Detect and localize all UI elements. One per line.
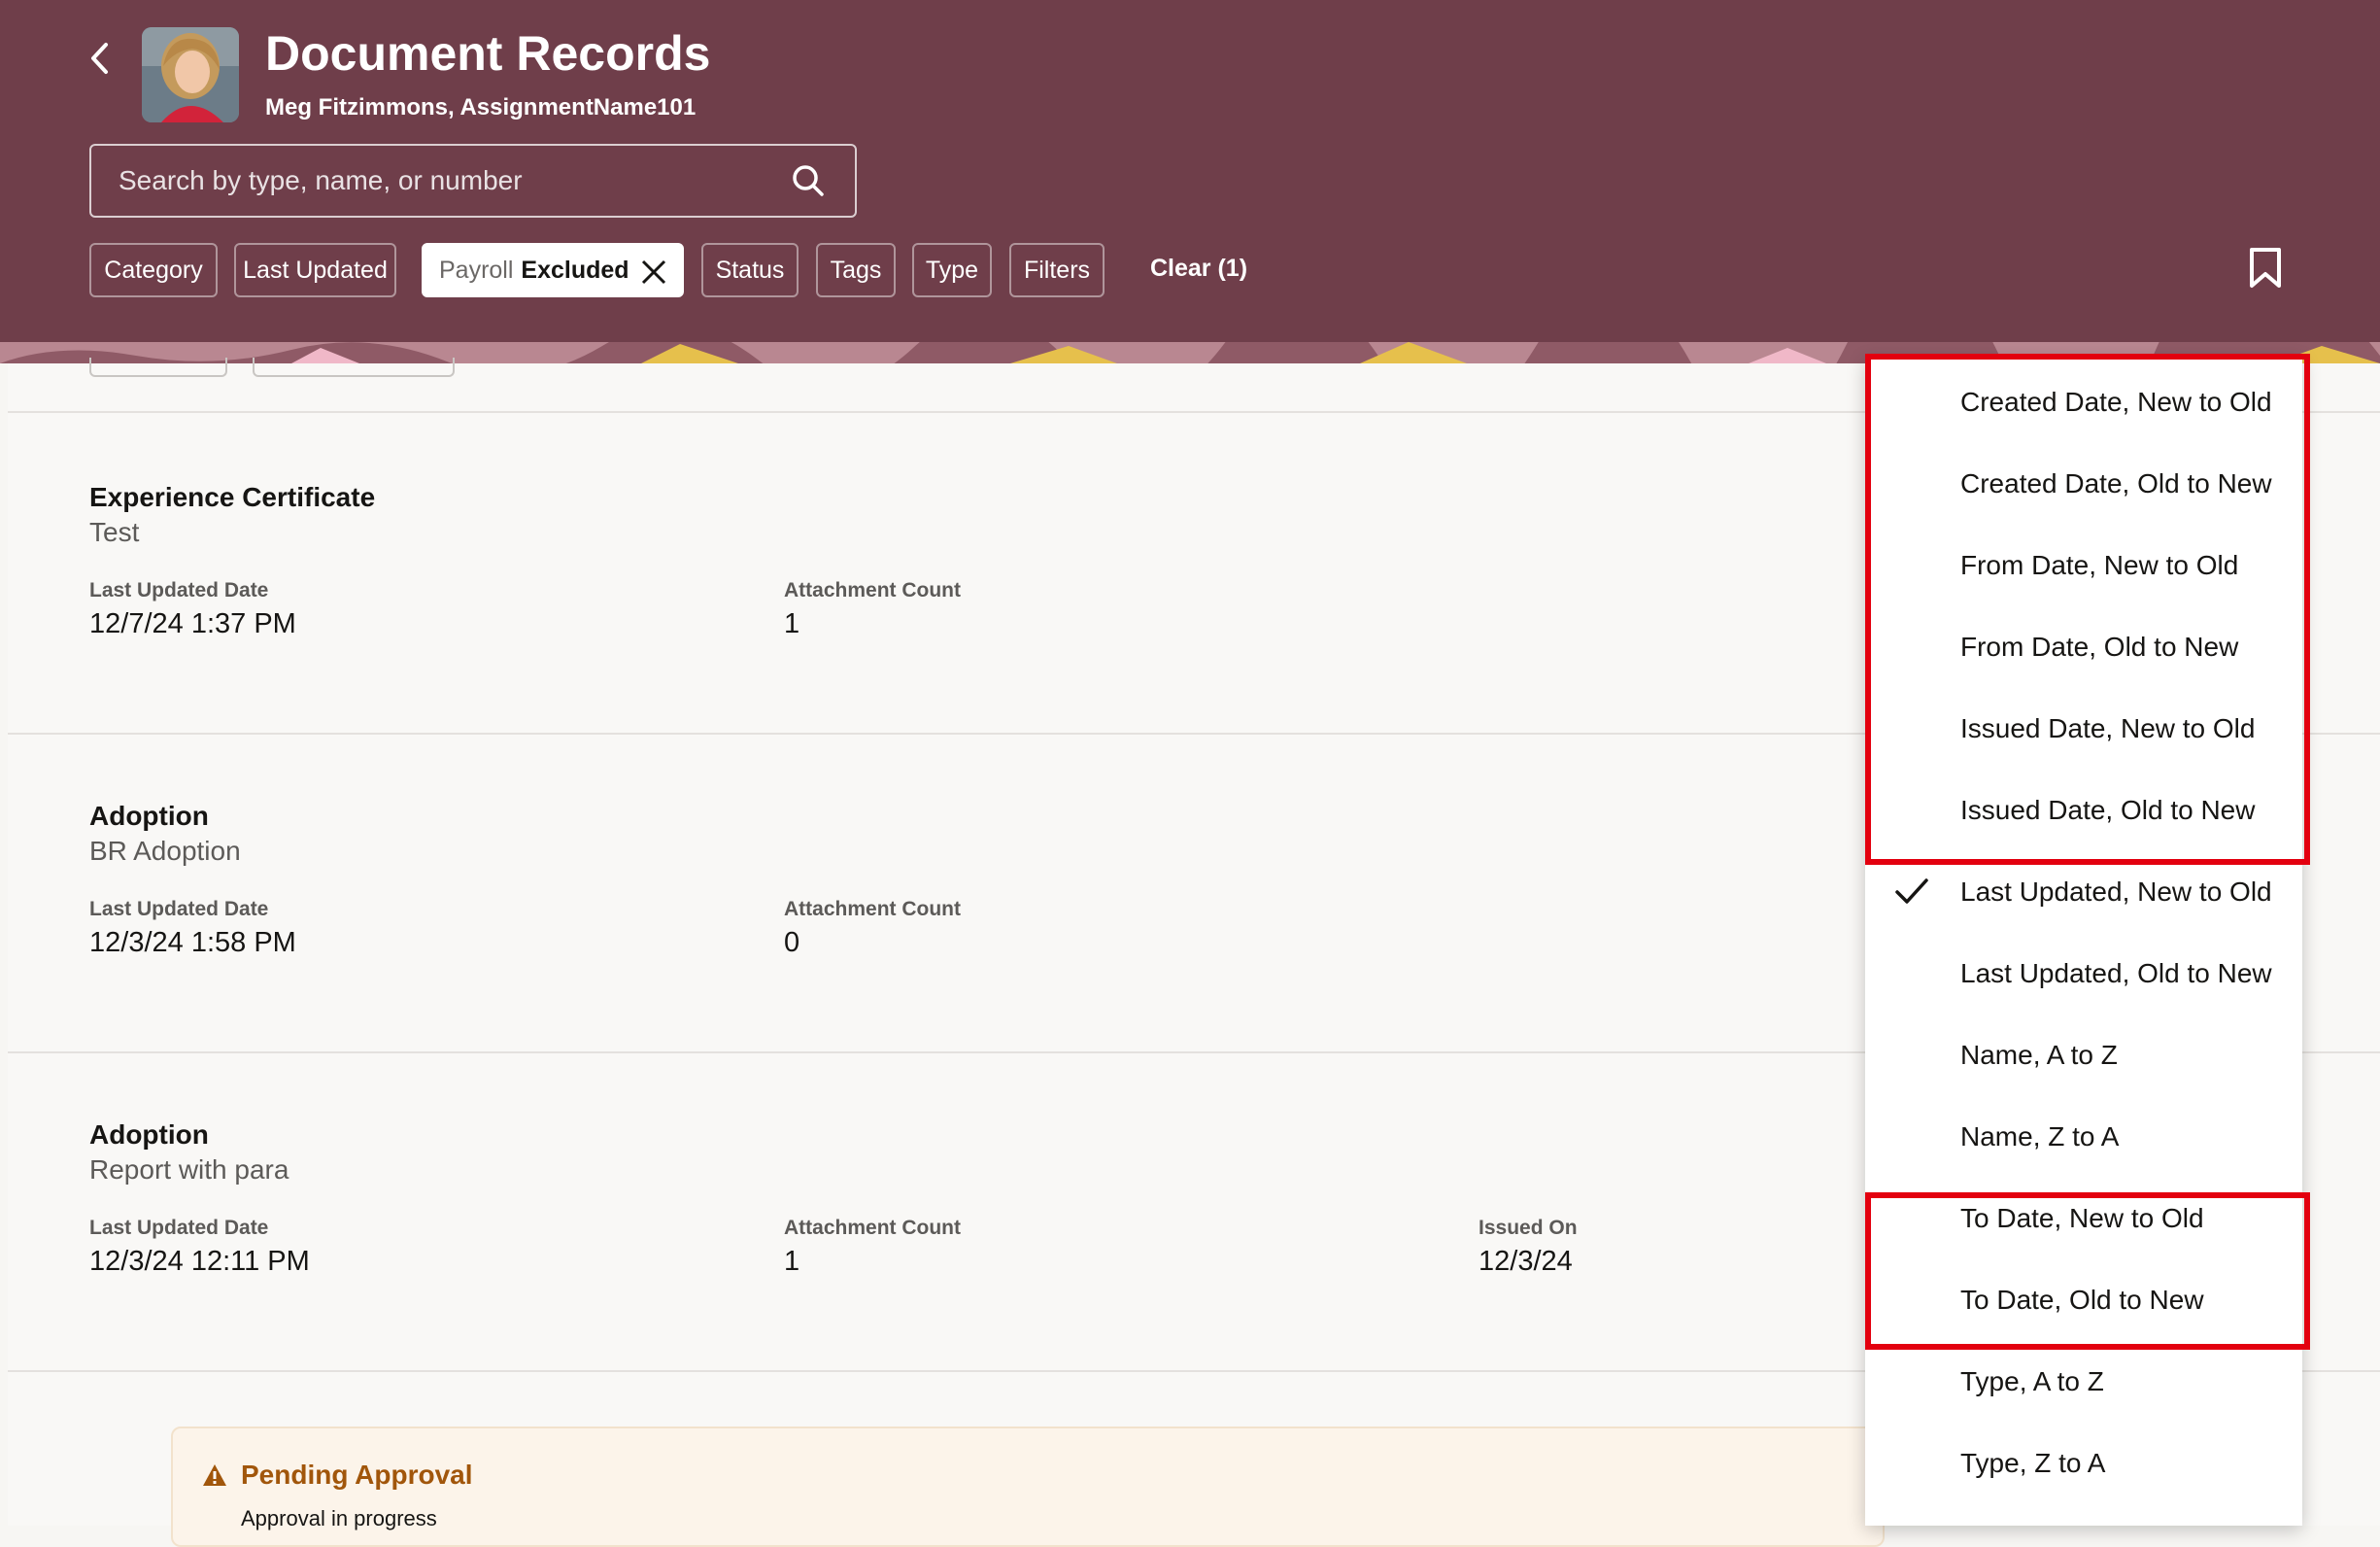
record-card[interactable]: Adoption BR Adoption Last Updated Date 1… [89, 801, 1838, 958]
pending-subtitle: Approval in progress [241, 1506, 437, 1530]
field-label: Last Updated Date [89, 579, 269, 602]
field-value: 12/3/24 [1479, 1246, 1573, 1277]
issued-on-field: Issued On 12/3/24 [1479, 1217, 1578, 1278]
payroll-chip[interactable]: Payroll Excluded [422, 243, 684, 297]
sort-option-label: Created Date, Old to New [1960, 468, 2272, 498]
sort-option[interactable]: Issued Date, Old to New [1865, 770, 2302, 851]
field-value: 0 [784, 927, 800, 958]
sort-option-label: Issued Date, New to Old [1960, 713, 2256, 743]
search-input[interactable] [91, 164, 789, 197]
search-icon[interactable] [789, 161, 828, 200]
record-card[interactable]: Experience Certificate Test Last Updated… [89, 482, 1838, 639]
sort-option[interactable]: Type, Z to A [1865, 1423, 2302, 1504]
payroll-chip-value: Excluded [521, 256, 629, 284]
field-value: 12/3/24 1:58 PM [89, 927, 296, 958]
sort-option[interactable]: Issued Date, New to Old [1865, 688, 2302, 770]
sort-option-label: Created Date, New to Old [1960, 387, 2272, 417]
field-label: Attachment Count [784, 579, 961, 602]
back-button[interactable] [80, 39, 119, 78]
last-updated-field: Last Updated Date 12/3/24 12:11 PM [89, 1217, 310, 1278]
field-label: Attachment Count [784, 898, 961, 920]
sort-option-label: To Date, New to Old [1960, 1203, 2204, 1233]
close-icon[interactable] [639, 258, 668, 287]
field-value: 1 [784, 1246, 800, 1277]
last-updated-chip[interactable]: Last Updated [234, 243, 396, 297]
sort-option-label: Last Updated, Old to New [1960, 958, 2272, 988]
filters-chip[interactable]: Filters [1009, 243, 1105, 297]
record-title: Experience Certificate [89, 482, 376, 512]
pending-title: Pending Approval [241, 1460, 473, 1490]
sort-option-label: Type, A to Z [1960, 1366, 2104, 1396]
record-title: Adoption [89, 1119, 209, 1150]
record-subtitle: Report with para [89, 1154, 289, 1185]
sort-option[interactable]: From Date, New to Old [1865, 525, 2302, 606]
category-chip[interactable]: Category [89, 243, 218, 297]
tags-chip[interactable]: Tags [816, 243, 896, 297]
field-label: Attachment Count [784, 1217, 961, 1239]
sort-option-selected[interactable]: Last Updated, New to Old [1865, 851, 2302, 933]
page-subtitle: Meg Fitzimmons, AssignmentName101 [265, 94, 697, 120]
sort-option-label: Last Updated, New to Old [1960, 877, 2272, 907]
bookmark-icon[interactable] [2248, 247, 2283, 290]
field-value: 1 [784, 608, 800, 639]
sort-option-label: From Date, Old to New [1960, 632, 2239, 662]
record-subtitle: BR Adoption [89, 836, 241, 866]
record-card[interactable]: Adoption Report with para Last Updated D… [89, 1119, 1838, 1277]
sort-option[interactable]: From Date, Old to New [1865, 606, 2302, 688]
field-label: Issued On [1479, 1217, 1578, 1239]
last-updated-field: Last Updated Date 12/7/24 1:37 PM [89, 579, 296, 640]
record-title: Adoption [89, 801, 209, 831]
sort-option[interactable]: Created Date, New to Old [1865, 361, 2302, 443]
sort-option[interactable]: Name, Z to A [1865, 1096, 2302, 1178]
search-box [89, 144, 857, 218]
clear-filters-link[interactable]: Clear (1) [1150, 255, 1247, 283]
checkmark-icon [1895, 878, 1928, 904]
payroll-chip-label: Payroll [439, 256, 514, 284]
last-updated-field: Last Updated Date 12/3/24 1:58 PM [89, 898, 296, 959]
attachment-count-field: Attachment Count 0 [784, 898, 961, 959]
page-header: Document Records Meg Fitzimmons, Assignm… [0, 0, 2380, 342]
partial-button[interactable] [253, 358, 455, 377]
sort-option[interactable]: To Date, New to Old [1865, 1178, 2302, 1259]
attachment-count-field: Attachment Count 1 [784, 1217, 961, 1278]
sort-option[interactable]: Last Updated, Old to New [1865, 933, 2302, 1014]
field-value: 12/7/24 1:37 PM [89, 608, 296, 639]
attachment-count-field: Attachment Count 1 [784, 579, 961, 640]
status-chip[interactable]: Status [701, 243, 799, 297]
field-label: Last Updated Date [89, 898, 269, 920]
warning-icon [203, 1464, 226, 1486]
field-value: 12/3/24 12:11 PM [89, 1246, 310, 1277]
pending-approval-banner: Pending Approval Approval in progress [171, 1427, 1885, 1547]
avatar [142, 27, 239, 122]
type-chip[interactable]: Type [912, 243, 992, 297]
sort-option[interactable]: Type, A to Z [1865, 1341, 2302, 1423]
partial-button[interactable] [89, 358, 227, 377]
sort-option-label: Name, Z to A [1960, 1121, 2120, 1152]
page-title: Document Records [265, 26, 711, 81]
sort-option-label: Issued Date, Old to New [1960, 795, 2256, 825]
sort-menu: Created Date, New to Old Created Date, O… [1865, 358, 2302, 1526]
sort-option[interactable]: Name, A to Z [1865, 1014, 2302, 1096]
sort-option[interactable]: Created Date, Old to New [1865, 443, 2302, 525]
field-label: Last Updated Date [89, 1217, 269, 1239]
sort-option-label: Type, Z to A [1960, 1448, 2106, 1478]
sort-option[interactable]: To Date, Old to New [1865, 1259, 2302, 1341]
sort-option-label: Name, A to Z [1960, 1040, 2118, 1070]
sort-option-label: To Date, Old to New [1960, 1285, 2204, 1315]
chevron-left-icon [91, 43, 108, 74]
sort-option-label: From Date, New to Old [1960, 550, 2239, 580]
record-subtitle: Test [89, 517, 140, 547]
